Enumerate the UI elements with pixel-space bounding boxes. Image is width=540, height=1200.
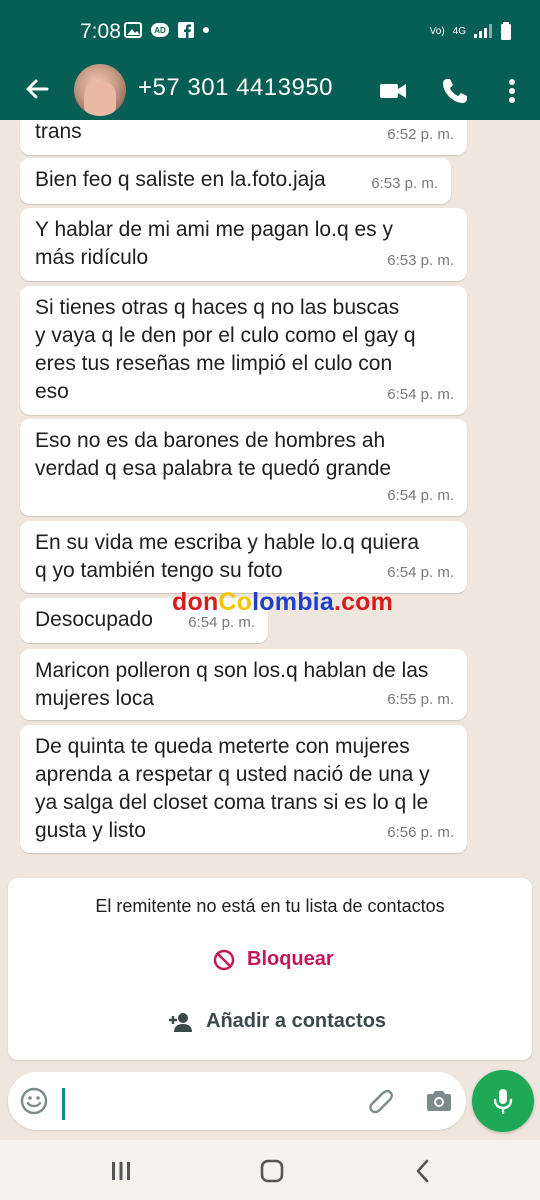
message-bubble[interactable]: trans 6:52 p. m.	[20, 120, 467, 155]
emoji-icon[interactable]	[20, 1087, 48, 1115]
message-bubble[interactable]: Y hablar de mi ami me pagan lo.q es y má…	[20, 208, 467, 281]
video-call-icon[interactable]	[378, 76, 408, 106]
network-label: 4G	[452, 25, 466, 37]
watermark-part: .com	[333, 588, 394, 616]
block-button[interactable]: Bloquear	[213, 948, 334, 971]
message-time: 6:53 p. m.	[387, 252, 454, 269]
recent-apps-icon[interactable]	[106, 1156, 136, 1186]
message-bubble[interactable]: Si tienes otras q haces q no las buscas …	[20, 286, 467, 415]
back-arrow-icon[interactable]	[22, 74, 52, 104]
chat-header: +57 301 4413950	[0, 62, 540, 120]
microphone-icon	[493, 1089, 513, 1115]
svg-text:AD: AD	[154, 26, 166, 35]
facebook-icon	[178, 22, 194, 38]
status-right: Vo) 4G	[430, 22, 512, 40]
text-caret	[62, 1088, 65, 1120]
watermark-part: Co	[218, 588, 253, 616]
notification-dot-icon	[203, 27, 209, 33]
home-icon[interactable]	[257, 1156, 287, 1186]
notification-icons: AD	[124, 22, 210, 38]
add-person-icon	[169, 1012, 192, 1032]
status-time: 7:08	[80, 20, 121, 43]
watermark: donColombia.com	[172, 588, 393, 617]
message-bubble[interactable]: En su vida me escriba y hable lo.q quier…	[20, 521, 467, 593]
camera-icon[interactable]	[424, 1086, 454, 1116]
unknown-sender-card: El remitente no está en tu lista de cont…	[8, 878, 532, 1060]
gallery-icon	[124, 22, 142, 38]
voice-call-icon[interactable]	[440, 76, 470, 106]
message-time: 6:54 p. m.	[387, 386, 454, 403]
message-time: 6:55 p. m.	[387, 691, 454, 708]
add-contact-label: Añadir a contactos	[206, 1010, 387, 1032]
system-navigation-bar	[0, 1140, 540, 1200]
message-time: 6:52 p. m.	[387, 126, 454, 143]
message-bubble[interactable]: Maricon polleron q son los.q hablan de l…	[20, 649, 467, 720]
message-bubble[interactable]: Eso no es da barones de hombres ah verda…	[20, 419, 467, 516]
ad-icon: AD	[151, 23, 169, 37]
add-contact-button[interactable]: Añadir a contactos	[168, 1010, 386, 1033]
block-label: Bloquear	[247, 948, 334, 970]
composer-bar	[0, 1066, 540, 1140]
more-options-icon[interactable]	[497, 76, 527, 106]
attach-icon[interactable]	[365, 1086, 395, 1116]
volte-label: Vo)	[429, 25, 445, 37]
contact-avatar[interactable]	[74, 64, 126, 116]
signal-icon	[474, 24, 492, 38]
contact-name[interactable]: +57 301 4413950	[138, 74, 333, 102]
watermark-part: lombia	[252, 588, 334, 616]
message-time: 6:54 p. m.	[387, 564, 454, 581]
message-time: 6:56 p. m.	[387, 824, 454, 841]
battery-icon	[501, 22, 511, 40]
unknown-sender-message: El remitente no está en tu lista de cont…	[95, 896, 445, 916]
message-time: 6:54 p. m.	[387, 487, 454, 504]
status-bar: 7:08 AD Vo) 4G	[0, 0, 540, 62]
message-text: Eso no es da barones de hombres ah verda…	[35, 429, 392, 480]
back-nav-icon[interactable]	[408, 1156, 438, 1186]
message-bubble[interactable]: Bien feo q saliste en la.foto.jaja 6:53 …	[20, 158, 451, 204]
message-time: 6:53 p. m.	[371, 175, 438, 192]
watermark-part: don	[172, 588, 219, 616]
block-icon	[213, 949, 235, 970]
voice-message-button[interactable]	[472, 1070, 534, 1132]
message-bubble[interactable]: De quinta te queda meterte con mujeres a…	[20, 725, 467, 853]
message-input[interactable]	[8, 1072, 466, 1130]
